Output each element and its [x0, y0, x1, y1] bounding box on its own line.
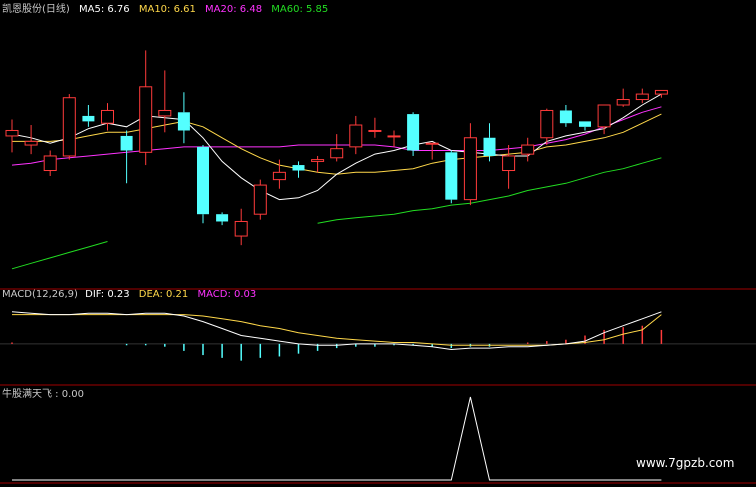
candle-body-9 — [177, 112, 190, 131]
candle-body-21 — [407, 114, 420, 151]
macd-readout: MACD: 0.03 — [197, 289, 257, 300]
watermark: www.7gpzb.com — [636, 456, 735, 470]
candle-body-5 — [101, 109, 114, 124]
candle-body-16 — [311, 159, 325, 162]
ma5-readout: MA5: 6.76 — [79, 4, 130, 15]
candle-body-1 — [24, 140, 38, 146]
candle-body-32 — [616, 99, 630, 106]
candle-body-28 — [540, 109, 554, 139]
stock-title: 凯恩股份(日线) — [2, 4, 70, 15]
ma60-line-seg-1 — [317, 157, 662, 224]
candle-body-23 — [445, 152, 458, 200]
candle-body-11 — [216, 214, 229, 222]
indicator-line — [12, 396, 662, 481]
candle-body-19 — [368, 129, 382, 132]
candle-body-33 — [635, 93, 649, 101]
candle-body-7 — [139, 86, 153, 153]
candle-body-4 — [82, 115, 95, 122]
ma60-line-seg-0 — [11, 241, 108, 270]
candle-body-27 — [521, 144, 535, 155]
macd-panel-header: MACD(12,26,9) DIF: 0.23 DEA: 0.21 MACD: … — [2, 289, 262, 300]
ma60-readout: MA60: 5.85 — [271, 4, 329, 15]
macd-title: MACD(12,26,9) — [2, 289, 78, 300]
candle-body-22 — [425, 142, 439, 145]
candle-body-18 — [349, 124, 363, 148]
candle-body-8 — [158, 109, 172, 117]
dea-readout: DEA: 0.21 — [138, 289, 189, 300]
candle-body-25 — [483, 137, 496, 156]
candle-body-34 — [654, 89, 668, 95]
candle-body-10 — [197, 146, 209, 215]
indicator-panel-header: 牛股满天飞 : 0.00 — [2, 385, 90, 400]
candle-body-3 — [62, 97, 76, 157]
candle-body-14 — [272, 171, 286, 181]
indicator-label: 牛股满天飞 : 0.00 — [2, 389, 84, 400]
candle-body-26 — [502, 155, 516, 172]
chart-canvas — [0, 50, 756, 484]
candle-body-24 — [463, 137, 477, 201]
candle-body-0 — [5, 129, 19, 137]
candle-body-15 — [292, 165, 305, 171]
candle-body-31 — [597, 104, 611, 128]
stock-chart-window: 凯恩股份(日线) MA5: 6.76 MA10: 6.61 MA20: 6.48… — [0, 0, 756, 487]
dea-line — [12, 314, 662, 346]
price-panel-header: 凯恩股份(日线) MA5: 6.76 MA10: 6.61 MA20: 6.48… — [2, 0, 334, 15]
candle-body-29 — [559, 110, 572, 124]
ma10-readout: MA10: 6.61 — [138, 4, 196, 15]
candle-body-6 — [120, 135, 133, 151]
candle-body-2 — [43, 155, 57, 172]
candle-body-20 — [387, 135, 401, 138]
candle-body-30 — [579, 121, 591, 127]
ma20-readout: MA20: 6.48 — [205, 4, 263, 15]
candle-body-12 — [234, 220, 248, 237]
dif-readout: DIF: 0.23 — [85, 289, 130, 300]
candle-body-13 — [253, 184, 267, 215]
candle-body-17 — [330, 148, 344, 159]
